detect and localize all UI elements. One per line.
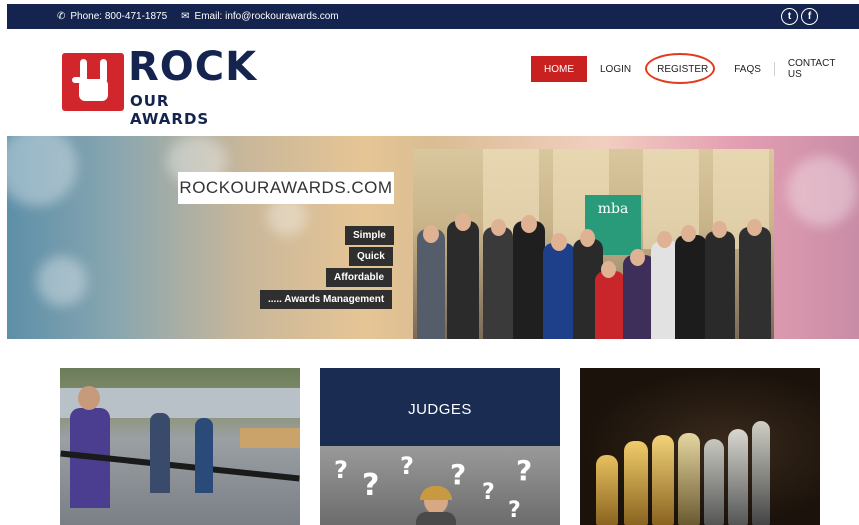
phone-contact[interactable]: ✆ Phone: 800-471-1875 (57, 11, 167, 22)
social-links: t f (781, 8, 818, 25)
site-header: ROCK OUR AWARDS HOME LOGIN REGISTER FAQS… (0, 29, 859, 135)
nav-home[interactable]: HOME (531, 56, 587, 82)
bokeh-light (7, 136, 77, 206)
judges-title: JUDGES (408, 401, 472, 418)
tile-trophies[interactable] (580, 368, 820, 525)
site-logo[interactable]: ROCK OUR AWARDS (62, 45, 256, 128)
email-text: Email: info@rockourawards.com (194, 11, 339, 22)
bokeh-light (787, 156, 857, 226)
hero-banner: ROCKOURAWARDS.COM Simple Quick Affordabl… (7, 136, 859, 339)
tag-awards-management: ..... Awards Management (260, 290, 393, 309)
nav-faqs[interactable]: FAQS (721, 56, 774, 82)
logo-word-rock: ROCK (128, 44, 258, 90)
bokeh-light (37, 256, 87, 306)
email-contact[interactable]: ✉ Email: info@rockourawards.com (181, 11, 338, 22)
top-contact-bar: ✆ Phone: 800-471-1875 ✉ Email: info@rock… (7, 4, 859, 29)
nav-login[interactable]: LOGIN (587, 56, 644, 82)
rock-hand-icon (62, 53, 124, 111)
register-highlight-ring (645, 53, 716, 84)
tag-simple: Simple (345, 226, 394, 245)
facebook-icon[interactable]: f (801, 8, 818, 25)
hero-title: ROCKOURAWARDS.COM (178, 172, 394, 204)
phone-text: Phone: 800-471-1875 (70, 11, 168, 22)
award-winners-photo: mba (413, 149, 774, 339)
phone-icon: ✆ (57, 11, 66, 22)
judges-image: ? ? ? ? ? ? ? (320, 446, 560, 525)
nav-register[interactable]: REGISTER (644, 53, 721, 84)
nav-contact-us[interactable]: CONTACT US (775, 56, 859, 82)
tag-affordable: Affordable (326, 268, 392, 287)
tag-quick: Quick (349, 247, 393, 266)
logo-word-our-awards: OUR AWARDS (130, 92, 210, 128)
tile-production-photo[interactable] (60, 368, 300, 525)
tile-judges[interactable]: JUDGES ? ? ? ? ? ? ? (320, 368, 560, 525)
feature-tiles: JUDGES ? ? ? ? ? ? ? (0, 368, 859, 525)
twitter-icon[interactable]: t (781, 8, 798, 25)
envelope-icon: ✉ (181, 11, 190, 22)
main-nav: HOME LOGIN REGISTER FAQS CONTACT US (531, 53, 859, 84)
contact-info: ✆ Phone: 800-471-1875 ✉ Email: info@rock… (57, 4, 339, 29)
